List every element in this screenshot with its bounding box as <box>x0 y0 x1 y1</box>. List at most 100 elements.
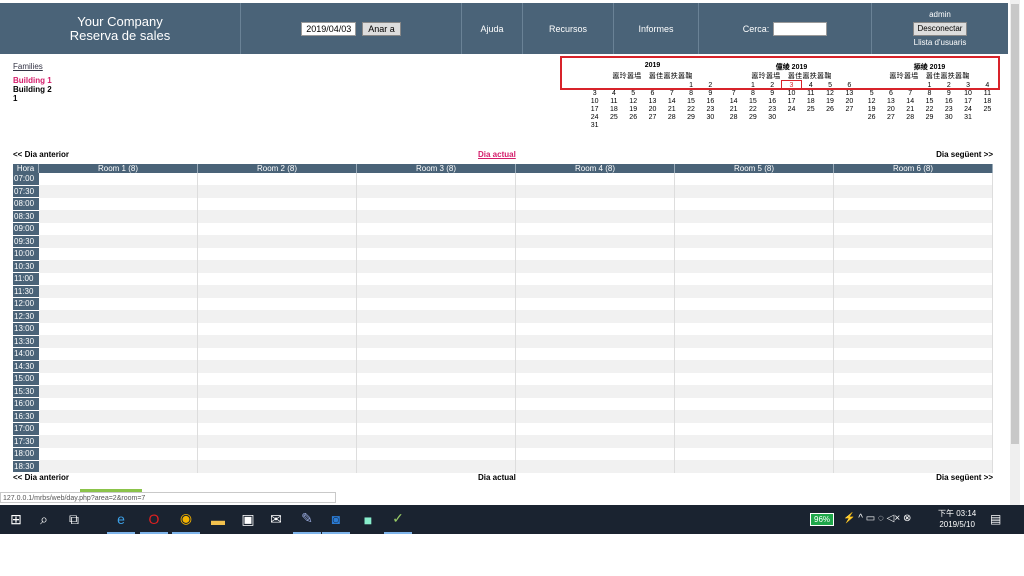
calendar-day[interactable]: 6 <box>881 89 900 97</box>
booking-slot-cell[interactable] <box>515 235 675 248</box>
time-label[interactable]: 14:30 <box>13 360 39 373</box>
calendar-day[interactable]: 31 <box>958 113 977 121</box>
scrollbar[interactable] <box>1010 0 1020 505</box>
booking-slot-cell[interactable] <box>515 310 675 323</box>
booking-slot-cell[interactable] <box>38 360 198 373</box>
booking-slot-cell[interactable] <box>674 460 834 473</box>
time-label[interactable]: 10:30 <box>13 260 39 273</box>
calendar-day[interactable]: 1 <box>920 81 939 89</box>
booking-slot-cell[interactable] <box>833 410 993 423</box>
area-item-1[interactable]: 1 <box>13 94 52 103</box>
booking-slot-cell[interactable] <box>38 372 198 385</box>
edge-icon[interactable]: e <box>107 505 135 534</box>
booking-slot-cell[interactable] <box>356 185 516 198</box>
booking-slot-cell[interactable] <box>515 272 675 285</box>
calendar-day[interactable]: 26 <box>862 113 881 121</box>
booking-slot-cell[interactable] <box>833 297 993 310</box>
booking-slot-cell[interactable] <box>356 397 516 410</box>
booking-slot-cell[interactable] <box>38 210 198 223</box>
booking-slot-cell[interactable] <box>197 322 357 335</box>
area-item-building-2[interactable]: Building 2 <box>13 85 52 94</box>
calendar-day[interactable]: 21 <box>662 105 681 113</box>
time-label[interactable]: 15:30 <box>13 385 39 398</box>
booking-slot-cell[interactable] <box>197 372 357 385</box>
booking-slot-cell[interactable] <box>197 235 357 248</box>
booking-slot-cell[interactable] <box>833 447 993 460</box>
booking-slot-cell[interactable] <box>197 385 357 398</box>
calendar-day[interactable]: 27 <box>643 113 662 121</box>
booking-slot-cell[interactable] <box>674 347 834 360</box>
calendar-day[interactable]: 25 <box>978 105 997 113</box>
calendar-day[interactable]: 21 <box>901 105 920 113</box>
booking-slot-cell[interactable] <box>833 397 993 410</box>
calendar-day[interactable]: 13 <box>643 97 662 105</box>
booking-slot-cell[interactable] <box>197 447 357 460</box>
calendar-day[interactable]: 2 <box>939 81 958 89</box>
booking-slot-cell[interactable] <box>674 173 834 185</box>
date-input[interactable]: 2019/04/03 <box>301 21 357 36</box>
calendar-day[interactable]: 22 <box>920 105 939 113</box>
booking-slot-cell[interactable] <box>674 222 834 235</box>
calendar-day[interactable]: 29 <box>681 113 700 121</box>
calendar-day[interactable]: 28 <box>662 113 681 121</box>
booking-slot-cell[interactable] <box>674 335 834 348</box>
clock[interactable]: 下午 03:14 2019/5/10 <box>938 508 976 530</box>
calendar-day[interactable]: 21 <box>724 105 743 113</box>
booking-slot-cell[interactable] <box>356 210 516 223</box>
time-label[interactable]: 18:30 <box>13 460 39 473</box>
booking-slot-cell[interactable] <box>38 260 198 273</box>
booking-slot-cell[interactable] <box>197 210 357 223</box>
room-header-5[interactable]: Room 5 (8) <box>674 164 834 173</box>
time-label[interactable]: 17:30 <box>13 435 39 448</box>
calendar-day[interactable]: 1 <box>743 81 762 89</box>
booking-slot-cell[interactable] <box>674 210 834 223</box>
time-label[interactable]: 10:00 <box>13 247 39 261</box>
mini-calendar-title[interactable]: 2019 <box>585 62 720 71</box>
calendar-day[interactable]: 14 <box>901 97 920 105</box>
system-tray-icons[interactable]: ⚡ ^ ▭ ◌ ◁× ⊗ <box>843 513 911 524</box>
booking-slot-cell[interactable] <box>197 260 357 273</box>
booking-slot-cell[interactable] <box>833 460 993 473</box>
calendar-day[interactable]: 22 <box>743 105 762 113</box>
resources-link[interactable]: Recursos <box>523 3 614 54</box>
calendar-day[interactable]: 13 <box>881 97 900 105</box>
booking-slot-cell[interactable] <box>197 222 357 235</box>
booking-slot-cell[interactable] <box>833 310 993 323</box>
booking-slot-cell[interactable] <box>197 272 357 285</box>
calendar-day[interactable]: 24 <box>782 105 801 113</box>
booking-slot-cell[interactable] <box>515 435 675 448</box>
booking-slot-cell[interactable] <box>38 347 198 360</box>
outlook-icon[interactable]: ◙ <box>322 505 350 534</box>
booking-slot-cell[interactable] <box>833 347 993 360</box>
booking-slot-cell[interactable] <box>356 372 516 385</box>
calendar-day[interactable]: 24 <box>958 105 977 113</box>
booking-slot-cell[interactable] <box>197 247 357 260</box>
calendar-day[interactable]: 18 <box>604 105 623 113</box>
calendar-day[interactable]: 27 <box>840 105 859 113</box>
calendar-day[interactable]: 28 <box>724 113 743 121</box>
calendar-day[interactable]: 6 <box>643 89 662 97</box>
booking-slot-cell[interactable] <box>674 360 834 373</box>
calendar-day[interactable]: 9 <box>939 89 958 97</box>
booking-slot-cell[interactable] <box>38 173 198 185</box>
calendar-day[interactable]: 4 <box>801 81 820 89</box>
booking-slot-cell[interactable] <box>833 335 993 348</box>
booking-slot-cell[interactable] <box>674 235 834 248</box>
room-header-3[interactable]: Room 3 (8) <box>356 164 516 173</box>
time-label[interactable]: 12:30 <box>13 310 39 323</box>
calendar-day[interactable]: 26 <box>624 113 643 121</box>
time-label[interactable]: 15:00 <box>13 372 39 386</box>
booking-slot-cell[interactable] <box>833 385 993 398</box>
calendar-day[interactable]: 23 <box>763 105 782 113</box>
calendar-day[interactable]: 19 <box>624 105 643 113</box>
calendar-day[interactable]: 12 <box>624 97 643 105</box>
booking-slot-cell[interactable] <box>833 210 993 223</box>
booking-slot-cell[interactable] <box>38 235 198 248</box>
calendar-day[interactable]: 18 <box>801 97 820 105</box>
booking-slot-cell[interactable] <box>356 422 516 435</box>
calendar-day[interactable]: 1 <box>681 81 700 89</box>
calendar-day[interactable]: 23 <box>701 105 720 113</box>
room-header-4[interactable]: Room 4 (8) <box>515 164 675 173</box>
booking-slot-cell[interactable] <box>833 435 993 448</box>
calendar-day[interactable]: 4 <box>978 81 997 89</box>
